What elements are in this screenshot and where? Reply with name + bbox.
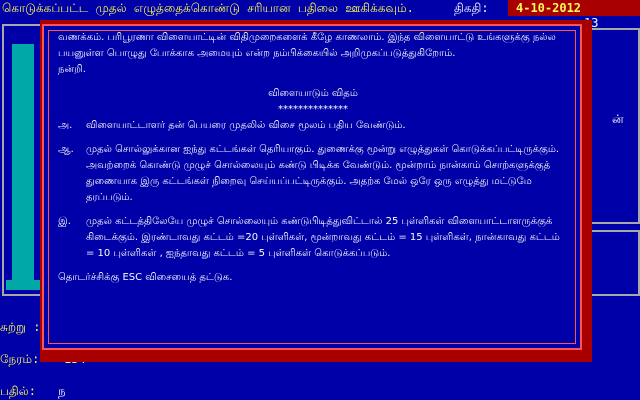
rule-text: விளையாட்டாளர் தன் பெயரை முதலில் விசை மூல… [86, 120, 406, 131]
rule-bullet: அ. [58, 120, 73, 131]
answer-label: பதில்: [0, 384, 36, 398]
continue-hint: தொடர்ச்சிக்கு ESC விசையைத் தட்டுக. [58, 272, 233, 283]
dialog-content: வணக்கம். பரிபூரணா விளையாட்டின் விதிமுறைக… [58, 30, 568, 286]
time-label: நேரம்: [0, 352, 40, 366]
rules-dialog: வணக்கம். பரிபூரணா விளையாட்டின் விதிமுறைக… [42, 24, 582, 350]
rules-heading: விளையாடும் விதம் [268, 88, 358, 99]
right-panel-glyph: ன் [612, 112, 624, 126]
round-label: சுற்று : [0, 320, 41, 334]
rule-text: முதல் சொல்லுக்கான ஐந்து கட்டங்கள் தெரியா… [86, 144, 560, 203]
rule-item: இ. முதல் கட்டத்திலேயே முழுச் சொல்லையும் … [58, 214, 568, 262]
rule-bullet: ஆ. [58, 144, 74, 155]
title-bar: கொடுக்கப்பட்ட முதல் எழுத்தைக்கொண்டு சரிய… [0, 0, 640, 16]
rule-item: அ. விளையாட்டாளர் தன் பெயரை முதலில் விசை … [58, 118, 568, 134]
instruction-text: கொடுக்கப்பட்ட முதல் எழுத்தைக்கொண்டு சரிய… [2, 1, 414, 15]
intro-text: வணக்கம். பரிபூரணா விளையாட்டின் விதிமுறைக… [58, 32, 556, 59]
answer-input[interactable]: ந [58, 384, 66, 400]
heading-stars: ************** [278, 104, 348, 115]
date-value: 4-10-2012 [508, 0, 640, 16]
thanks-text: நன்றி. [58, 64, 86, 75]
rule-item: ஆ. முதல் சொல்லுக்கான ஐந்து கட்டங்கள் தெர… [58, 142, 568, 206]
divider [0, 368, 640, 370]
date-label: திகதி: [454, 1, 489, 15]
rule-bullet: இ. [58, 216, 71, 227]
rule-text: முதல் கட்டத்திலேயே முழுச் சொல்லையும் கண்… [86, 216, 560, 259]
cyan-strip [12, 44, 34, 280]
